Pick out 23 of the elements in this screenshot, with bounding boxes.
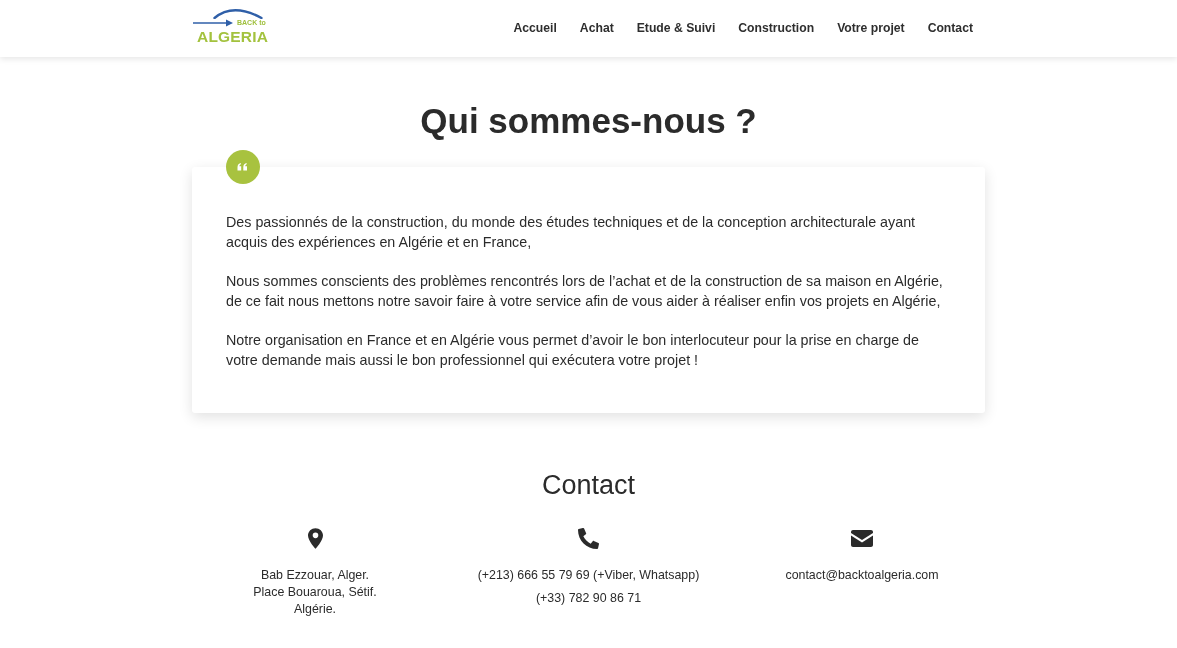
- email-text: contact@backtoalgeria.com: [785, 567, 939, 584]
- map-pin-icon: [307, 528, 323, 549]
- phone-icon: [578, 528, 599, 549]
- nav-link[interactable]: Votre projet: [837, 19, 905, 38]
- paragraph: Nous sommes conscients des problèmes rencontrés lors de l’achat et de la construction de sa maison en Algérie, de ce fait nous mettons notre savoir faire à votre service afin de vous aider à réaliser enfin vos projets en Algérie,: [226, 272, 943, 311]
- logo-wordmark: ALGERIA: [197, 29, 269, 45]
- arc-icon: [213, 6, 263, 19]
- address-line: Algérie.: [294, 601, 336, 618]
- paragraph: Des passionnés de la construction, du monde des études techniques et de la conception architecturale ayant acquis des expériences en Algérie et en France,: [226, 213, 916, 252]
- address-line: Bab Ezzouar, Alger.: [260, 567, 370, 584]
- arrow-icon: [193, 19, 233, 27]
- address-line: Place Bouaroua, Sétif.: [253, 584, 377, 601]
- nav-link[interactable]: Contact: [927, 19, 973, 38]
- nav-link[interactable]: Etude & Suivi: [636, 19, 716, 38]
- envelope-icon: [851, 530, 873, 547]
- nav-link[interactable]: Achat: [579, 19, 614, 38]
- phone-number: (+213) 666 55 79 69 (+Viber, Whatsapp): [477, 567, 700, 584]
- nav-link[interactable]: Accueil: [513, 19, 557, 38]
- nav-link[interactable]: Construction: [738, 19, 815, 38]
- section-title: Qui sommes-nous ?: [419, 101, 758, 141]
- section-title: Contact: [540, 469, 637, 501]
- paragraph: Notre organisation en France et en Algérie vous permet d’avoir le bon interlocuteur pour la prise en charge de votre demande mais aussi le bon professionnel qui exécutera votre projet !: [226, 331, 919, 370]
- phone-number: (+33) 782 90 86 71: [535, 590, 642, 607]
